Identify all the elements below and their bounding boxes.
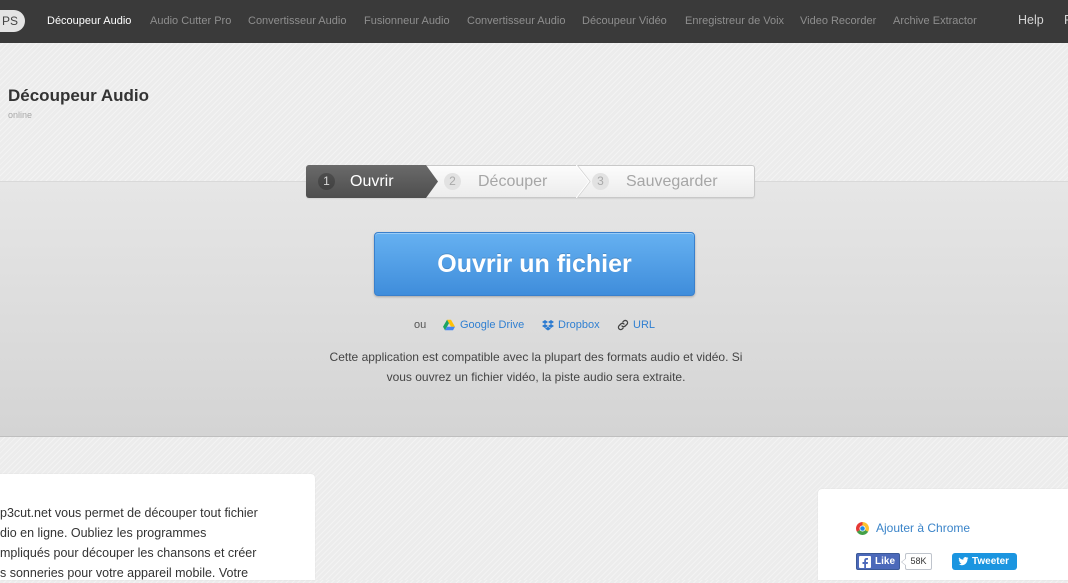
nav-item-audio-converter-2[interactable]: Convertisseur Audio [467, 14, 565, 28]
or-label: ou [414, 319, 427, 331]
link-icon [617, 319, 629, 331]
nav-item-audio-cutter-pro[interactable]: Audio Cutter Pro [150, 14, 231, 28]
description-line: vous ouvrez un fichier vidéo, la piste a… [386, 370, 686, 384]
chrome-icon [856, 522, 869, 535]
steps-progress: 1 Ouvrir 2 Découper 3 Sauvegarder [306, 165, 755, 198]
open-file-button[interactable]: Ouvrir un fichier [374, 232, 695, 296]
facebook-like-count: 58K [901, 553, 932, 570]
tweet-button[interactable]: Tweeter [952, 553, 1017, 570]
nav-item-video-recorder[interactable]: Video Recorder [800, 14, 876, 28]
about-card: p3cut.net vous permet de découper tout f… [0, 474, 315, 580]
nav-item-audio-converter[interactable]: Convertisseur Audio [248, 14, 346, 28]
step-number: 2 [444, 173, 461, 190]
twitter-bird-icon [958, 557, 969, 566]
step-label: Sauvegarder [626, 173, 718, 190]
help-link[interactable]: Help [1018, 13, 1044, 28]
page-title: Découpeur Audio [8, 86, 150, 105]
nav-item-audio-joiner[interactable]: Fusionneur Audio [364, 14, 450, 28]
about-text-line: dio en ligne. Oubliez les programmes [0, 526, 207, 540]
step-number: 3 [592, 173, 609, 190]
nav-item-audio-cutter[interactable]: Découpeur Audio [47, 14, 131, 28]
facebook-like-label: Like [875, 556, 896, 567]
nav-item-voice-recorder[interactable]: Enregistreur de Voix [685, 14, 784, 28]
about-text-line: mpliqués pour découper les chansons et c… [0, 546, 257, 560]
step-separator-chevron [576, 165, 591, 198]
step-label: Découper [478, 173, 548, 190]
page-subtitle: online [8, 110, 33, 120]
google-drive-link[interactable]: Google Drive [460, 318, 524, 332]
url-link[interactable]: URL [633, 318, 655, 332]
add-to-chrome-link[interactable]: Ajouter à Chrome [876, 521, 970, 536]
top-nav: PS Découpeur Audio Audio Cutter Pro Conv… [0, 0, 1068, 43]
compatibility-description: Cette application est compatible avec la… [4, 347, 1068, 387]
about-text-line: p3cut.net vous permet de découper tout f… [0, 506, 258, 520]
facebook-icon [859, 556, 871, 569]
tweet-label: Tweeter [972, 556, 1010, 567]
dropbox-icon [542, 320, 554, 331]
apps-logo-button[interactable]: PS [0, 10, 25, 32]
facebook-like-button[interactable]: Like [856, 553, 900, 570]
step-label: Ouvrir [350, 173, 394, 190]
dropbox-link[interactable]: Dropbox [558, 318, 600, 332]
main-panel [0, 181, 1068, 437]
nav-item-archive-extractor[interactable]: Archive Extractor [893, 14, 977, 28]
nav-item-video-cutter[interactable]: Découpeur Vidéo [582, 14, 667, 28]
description-line: Cette application est compatible avec la… [329, 350, 743, 364]
google-drive-icon [443, 319, 455, 331]
nav-item-partial[interactable]: F [1064, 13, 1068, 28]
step-number: 1 [318, 173, 335, 190]
about-text-line: s sonneries pour votre appareil mobile. … [0, 566, 249, 580]
